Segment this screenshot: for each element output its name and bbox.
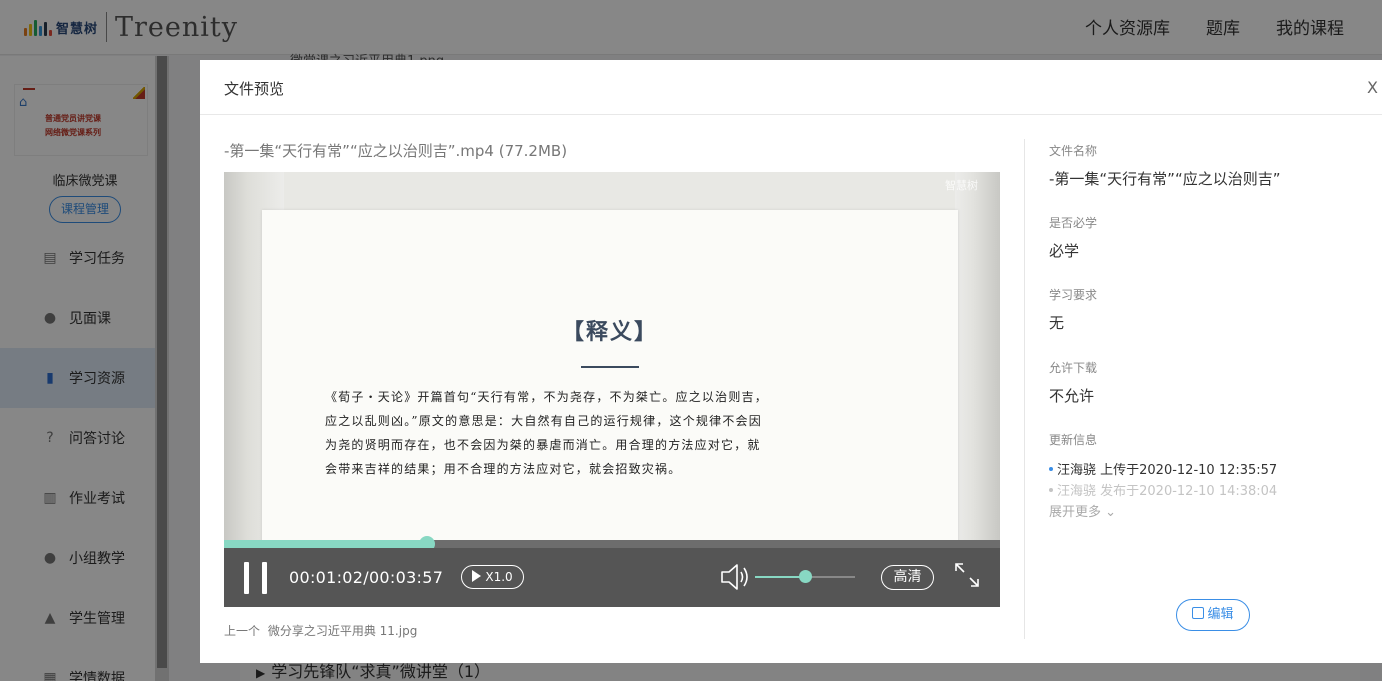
expand-more-link[interactable]: 展开更多 ⌄: [1049, 501, 1116, 520]
file-heading: -第一集“天行有常”“应之以治则吉”.mp4 (77.2MB): [224, 142, 568, 160]
progress-fill: [224, 540, 427, 548]
playback-time: 00:01:02/00:03:57: [289, 568, 444, 587]
file-name-value: -第一集“天行有常”“应之以治则吉”: [1049, 170, 1281, 188]
chevron-down-icon: ⌄: [1105, 505, 1117, 520]
video-player[interactable]: 智慧树 【释义】 《荀子・天论》开篇首句“天行有常，不为尧存，不为桀亡。应之以治…: [224, 172, 1000, 607]
download-label: 允许下载: [1049, 361, 1098, 375]
requirement-label: 学习要求: [1049, 288, 1098, 302]
slide-text-line: 为尧的贤明而存在，也不会因为桀的暴虐而消亡。用合理的方法应对它，就: [325, 438, 761, 452]
slide-divider: [581, 366, 639, 368]
required-value: 必学: [1049, 242, 1080, 260]
edit-icon: [1192, 607, 1205, 619]
panel-divider: [1024, 139, 1025, 639]
file-preview-modal: 文件预览 X -第一集“天行有常”“应之以治则吉”.mp4 (77.2MB) 智…: [200, 60, 1382, 663]
player-controls: 00:01:02/00:03:57 X1.0 高清: [224, 548, 1000, 607]
update-entry: 汪海骁 发布于2020-12-10 14:38:04: [1049, 480, 1277, 499]
volume-icon[interactable]: [719, 562, 751, 592]
updates-label: 更新信息: [1049, 433, 1098, 447]
edit-button[interactable]: 编辑: [1176, 599, 1250, 631]
expand-more-label: 展开更多: [1049, 505, 1102, 520]
bullet-icon: [1049, 467, 1053, 471]
slide-title: 【释义】: [561, 319, 658, 345]
progress-bar[interactable]: [224, 536, 1000, 552]
previous-file-link[interactable]: 上一个 微分享之习近平用典 11.jpg: [224, 622, 417, 639]
volume-handle[interactable]: [799, 570, 812, 583]
video-watermark: 智慧树: [945, 179, 978, 192]
modal-header: 文件预览 X: [200, 60, 1382, 115]
fullscreen-icon[interactable]: [954, 562, 980, 588]
speed-button[interactable]: X1.0: [461, 565, 524, 589]
slide-text-line: 会带来吉祥的结果；用不合理的方法应对它，就会招致灾祸。: [325, 462, 682, 476]
speed-label: X1.0: [485, 570, 513, 584]
required-label: 是否必学: [1049, 216, 1098, 230]
edit-label: 编辑: [1207, 607, 1234, 622]
video-slide: 【释义】 《荀子・天论》开篇首句“天行有常，不为尧存，不为桀亡。应之以治则吉， …: [262, 210, 958, 550]
update-entry: 汪海骁 上传于2020-12-10 12:35:57: [1049, 459, 1277, 478]
volume-fill: [755, 576, 805, 578]
pause-icon[interactable]: [244, 562, 270, 594]
play-icon: [472, 570, 482, 582]
slide-text-line: 《荀子・天论》开篇首句“天行有常，不为尧存，不为桀亡。应之以治则吉，: [325, 390, 768, 404]
previous-label: 上一个: [224, 624, 261, 638]
modal-title: 文件预览: [224, 80, 285, 98]
requirement-value: 无: [1049, 314, 1065, 332]
slide-text-line: 应之以乱则凶。”原文的意思是：大自然有自己的运行规律，这个规律不会因: [325, 414, 762, 428]
bullet-icon: [1049, 488, 1053, 492]
file-name-label: 文件名称: [1049, 144, 1098, 158]
close-icon[interactable]: X: [1367, 78, 1378, 97]
previous-file-name: 微分享之习近平用典 11.jpg: [267, 624, 418, 638]
quality-button[interactable]: 高清: [881, 565, 934, 590]
download-value: 不允许: [1049, 387, 1095, 405]
